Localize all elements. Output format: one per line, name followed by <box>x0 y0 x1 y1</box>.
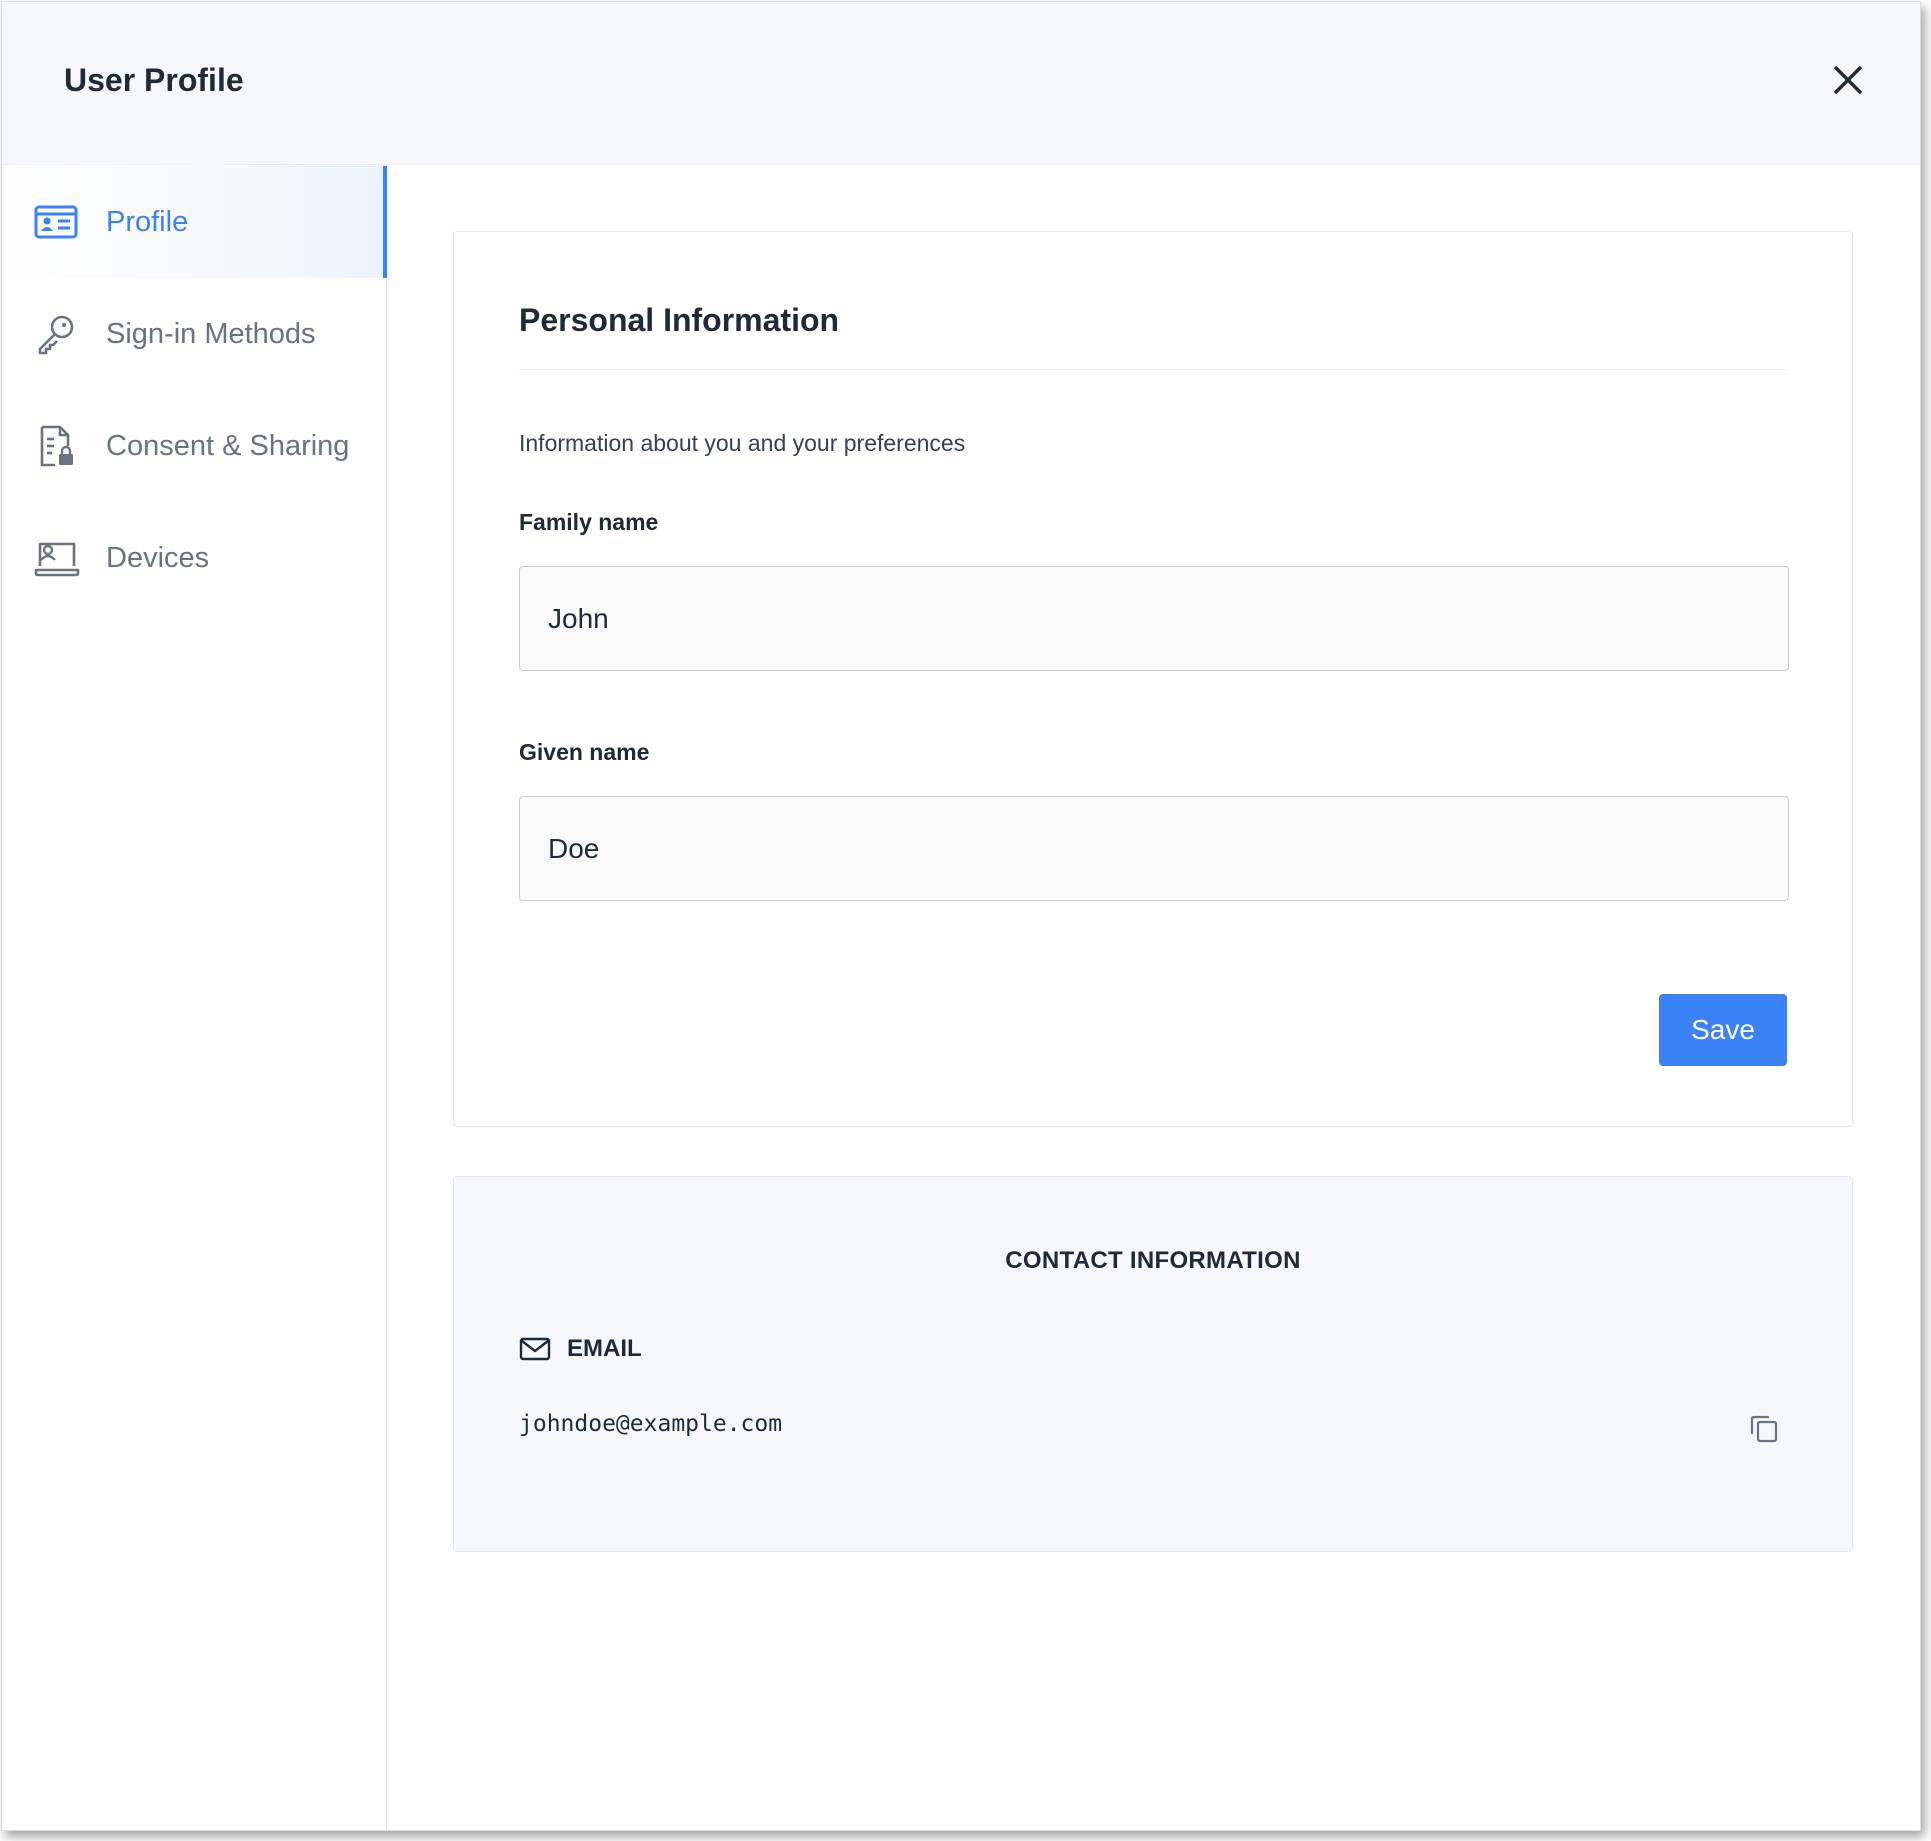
sidebar-item-label: Devices <box>106 541 210 574</box>
email-value: johndoe@example.com <box>519 1411 783 1437</box>
sidebar-item-label: Consent & Sharing <box>106 429 350 462</box>
contact-section-title: CONTACT INFORMATION <box>1005 1247 1301 1274</box>
sidebar-item-label: Profile <box>106 205 189 238</box>
family-name-input[interactable] <box>519 566 1789 671</box>
main-content: Personal Information Information about y… <box>388 166 1920 1830</box>
given-name-input[interactable] <box>519 796 1789 901</box>
personal-information-card: Personal Information Information about y… <box>453 231 1853 1127</box>
mail-icon <box>519 1337 551 1361</box>
copy-email-button[interactable] <box>1748 1411 1782 1445</box>
section-description: Information about you and your preferenc… <box>519 430 966 456</box>
sidebar-item-profile[interactable]: Profile <box>2 166 387 278</box>
email-label: EMAIL <box>567 1335 642 1362</box>
divider <box>519 369 1787 370</box>
family-name-label: Family name <box>519 509 659 535</box>
user-profile-window: User Profile Profile Sign-in Methods Con… <box>1 1 1921 1831</box>
key-icon <box>38 315 74 355</box>
page-title: User Profile <box>64 62 244 98</box>
given-name-label: Given name <box>519 739 650 765</box>
sidebar-item-label: Sign-in Methods <box>106 317 316 350</box>
sidebar-item-consent-sharing[interactable]: Consent & Sharing <box>2 390 387 502</box>
close-button[interactable] <box>1828 60 1868 100</box>
save-button[interactable]: Save <box>1659 994 1787 1066</box>
sidebar: Profile Sign-in Methods Consent & Sharin… <box>2 166 387 1830</box>
sidebar-item-sign-in-methods[interactable]: Sign-in Methods <box>2 278 387 390</box>
header: User Profile <box>2 2 1920 165</box>
document-lock-icon <box>40 425 73 467</box>
copy-icon <box>1750 1415 1778 1443</box>
section-title: Personal Information <box>519 302 840 338</box>
sidebar-item-devices[interactable]: Devices <box>2 502 387 614</box>
contact-information-card: CONTACT INFORMATION EMAIL johndoe@exampl… <box>453 1176 1853 1552</box>
profile-card-icon <box>34 205 78 239</box>
close-icon <box>1834 66 1862 94</box>
devices-icon <box>34 542 80 577</box>
